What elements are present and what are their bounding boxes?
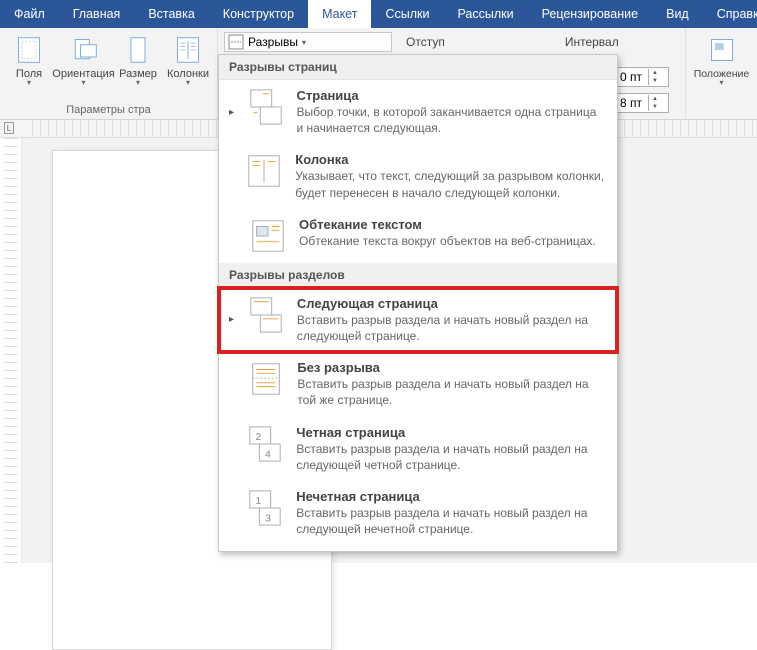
break-even-page[interactable]: 24 Четная страница Вставить разрыв разде… [219, 417, 617, 481]
item-desc: Вставить разрыв раздела и начать новый р… [296, 505, 605, 537]
item-title: Следующая страница [297, 296, 605, 311]
column-break-icon [245, 152, 283, 190]
spacing-after-input[interactable]: ▲▼ [617, 93, 669, 113]
indent-label: Отступ [406, 35, 445, 49]
item-desc: Вставить разрыв раздела и начать новый р… [297, 376, 605, 408]
tab-layout[interactable]: Макет [308, 0, 371, 28]
break-odd-page[interactable]: 13 Нечетная страница Вставить разрыв раз… [219, 481, 617, 545]
section-next-page-icon [247, 296, 285, 334]
tab-design[interactable]: Конструктор [209, 0, 308, 28]
size-button[interactable]: Размер ▾ [115, 32, 161, 102]
svg-text:3: 3 [265, 513, 271, 524]
margins-button[interactable]: Поля ▾ [6, 32, 52, 102]
item-title: Колонка [295, 152, 605, 167]
chevron-down-icon: ▾ [27, 78, 31, 87]
dropdown-header-section-breaks: Разрывы разделов [219, 263, 617, 288]
item-desc: Обтекание текста вокруг объектов на веб-… [299, 233, 596, 249]
item-title: Четная страница [296, 425, 605, 440]
section-even-page-icon: 24 [246, 425, 284, 463]
spacing-after-field[interactable] [618, 96, 648, 110]
vruler-ticks [4, 138, 18, 563]
item-desc: Указывает, что текст, следующий за разры… [295, 168, 605, 200]
spacing-before-field[interactable] [618, 70, 648, 84]
tab-references[interactable]: Ссылки [371, 0, 443, 28]
break-continuous[interactable]: Без разрыва Вставить разрыв раздела и на… [219, 352, 617, 416]
breaks-dropdown: Разрывы страниц ▸ Страница Выбор точки, … [218, 54, 618, 552]
chevron-down-icon: ▾ [136, 78, 140, 87]
columns-button[interactable]: Колонки ▾ [165, 32, 211, 102]
item-desc: Вставить разрыв раздела и начать новый р… [296, 441, 605, 473]
margins-icon [15, 36, 43, 64]
spacing-label: Интервал [565, 35, 619, 49]
tab-file[interactable]: Файл [0, 0, 59, 28]
submenu-arrow-icon: ▸ [229, 296, 235, 344]
submenu-arrow-icon: ▸ [229, 88, 235, 136]
tab-mailings[interactable]: Рассылки [443, 0, 527, 28]
breaks-icon [228, 34, 244, 50]
tab-selector[interactable]: L [4, 122, 14, 134]
chevron-down-icon: ▾ [302, 38, 306, 47]
section-odd-page-icon: 13 [246, 489, 284, 527]
break-page[interactable]: ▸ Страница Выбор точки, в которой заканч… [219, 80, 617, 144]
position-icon [708, 36, 736, 64]
dropdown-header-page-breaks: Разрывы страниц [219, 55, 617, 80]
spacing-before-input[interactable]: ▲▼ [617, 67, 669, 87]
columns-icon [174, 36, 202, 64]
position-button[interactable]: Положение ▾ [692, 32, 751, 89]
chevron-down-icon: ▾ [81, 78, 85, 87]
size-icon [124, 36, 152, 64]
item-title: Страница [297, 88, 605, 103]
tab-help[interactable]: Справка [703, 0, 757, 28]
item-title: Обтекание текстом [299, 217, 596, 232]
spin-down-icon[interactable]: ▼ [649, 77, 661, 85]
item-desc: Выбор точки, в которой заканчивается одн… [297, 104, 605, 136]
group-arrange: Положение ▾ [685, 28, 757, 119]
text-wrap-break-icon [249, 217, 287, 255]
group-page-setup: Поля ▾ Ориентация ▾ Размер ▾ Колонки ▾ П… [0, 28, 218, 119]
tab-home[interactable]: Главная [59, 0, 135, 28]
tab-insert[interactable]: Вставка [134, 0, 208, 28]
spin-up-icon[interactable]: ▲ [649, 95, 661, 103]
group-page-setup-label: Параметры стра [6, 102, 211, 117]
tab-view[interactable]: Вид [652, 0, 703, 28]
item-desc: Вставить разрыв раздела и начать новый р… [297, 312, 605, 344]
item-title: Без разрыва [297, 360, 605, 375]
breaks-button[interactable]: Разрывы ▾ [224, 32, 392, 52]
chevron-down-icon: ▾ [719, 78, 723, 87]
chevron-down-icon: ▾ [186, 78, 190, 87]
item-title: Нечетная страница [296, 489, 605, 504]
section-continuous-icon [247, 360, 285, 398]
break-next-page[interactable]: ▸ Следующая страница Вставить разрыв раз… [219, 288, 617, 352]
breaks-label: Разрывы [248, 35, 298, 49]
svg-text:2: 2 [256, 432, 262, 443]
spin-up-icon[interactable]: ▲ [649, 69, 661, 77]
page-break-icon [247, 88, 285, 126]
svg-text:4: 4 [265, 449, 271, 460]
svg-text:1: 1 [256, 496, 262, 507]
break-text-wrapping[interactable]: Обтекание текстом Обтекание текста вокру… [219, 209, 617, 263]
spin-down-icon[interactable]: ▼ [649, 103, 661, 111]
ribbon-tabs: Файл Главная Вставка Конструктор Макет С… [0, 0, 757, 28]
tab-review[interactable]: Рецензирование [528, 0, 653, 28]
vertical-ruler[interactable] [0, 138, 22, 563]
orientation-button[interactable]: Ориентация ▾ [56, 32, 111, 102]
orientation-icon [70, 36, 98, 64]
break-column[interactable]: Колонка Указывает, что текст, следующий … [219, 144, 617, 208]
